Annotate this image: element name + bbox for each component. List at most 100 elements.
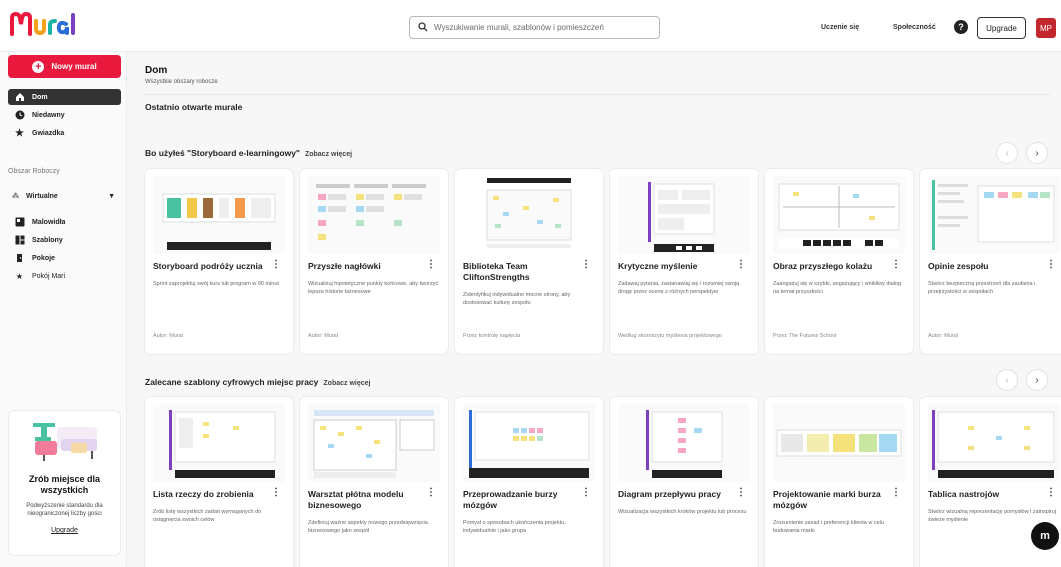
template-description: Zrób listę wszystkich zadań wymaganych d… (153, 509, 262, 523)
template-description: Wizualizacja wszystkich kroków projektu … (618, 509, 747, 515)
kebab-menu-icon[interactable]: ⋮ (1046, 488, 1056, 498)
mural-logo[interactable] (10, 10, 78, 38)
template-author: Przez kontrolę napięcia (463, 333, 521, 339)
template-card[interactable]: Diagram przepływu pracy ⋮ Wizualizacja w… (610, 397, 758, 567)
template-card[interactable]: Opinie zespołu ⋮ Stwórz bezpieczną przes… (920, 169, 1061, 354)
upgrade-button[interactable]: Upgrade (977, 17, 1026, 39)
template-title: Przeprowadzanie burzy mózgów (463, 489, 558, 510)
section-title: Bo użyłeś "Storyboard e-learningowy" (145, 148, 300, 158)
template-thumbnail (773, 176, 905, 254)
see-more-link[interactable]: Zobacz więcej (323, 380, 370, 387)
kebab-menu-icon[interactable]: ⋮ (736, 488, 746, 498)
template-thumbnail (618, 176, 750, 254)
plus-icon: + (32, 60, 45, 73)
kebab-menu-icon[interactable]: ⋮ (891, 260, 901, 270)
kebab-menu-icon[interactable]: ⋮ (1046, 260, 1056, 270)
sidebar-item-label: Szablony (32, 236, 63, 244)
templates-icon (14, 235, 25, 246)
kebab-menu-icon[interactable]: ⋮ (426, 260, 436, 270)
main-content: Dom Wszystkie obszary robocze Ostatnio o… (128, 52, 1061, 567)
template-description: Zaangażuj się w szybki, angażujący i wni… (773, 281, 902, 295)
sidebar-item-rooms[interactable]: Pokoje (8, 250, 121, 266)
template-card[interactable]: Lista rzeczy do zrobienia ⋮ Zrób listę w… (145, 397, 293, 567)
template-author: Autor: Mural (308, 333, 338, 339)
divider (145, 94, 1050, 95)
sidebar-item-label: Pokój Mari (32, 272, 66, 280)
template-card[interactable]: Przyszłe nagłówki ⋮ Wizualizuj hipotetyc… (300, 169, 448, 354)
chevron-down-icon: ▼ (108, 192, 115, 200)
template-author: Autor: Mural (153, 333, 183, 339)
template-description: Zrozumienie zasad i preferencji klienta … (773, 520, 884, 534)
template-card[interactable]: Biblioteka Team CliftonStrengths ⋮ Ziden… (455, 169, 603, 354)
section-title: Zalecane szablony cyfrowych miejsc pracy (145, 377, 319, 387)
learn-link[interactable]: Uczenie się (821, 24, 859, 31)
page-subtitle: Wszystkie obszary robocze (145, 79, 218, 85)
template-card[interactable]: Obraz przyszłego kolażu ⋮ Zaangażuj się … (765, 169, 913, 354)
template-description: Zidentyfikuj indywidualne mocne strony, … (463, 292, 571, 306)
star-icon: ★ (15, 127, 24, 139)
template-title: Diagram przepływu pracy (618, 489, 721, 499)
sidebar-item-label: Dom (32, 93, 48, 101)
sidebar-item-room-mari[interactable]: ★ Pokój Mari (8, 268, 121, 284)
template-thumbnail (773, 404, 905, 482)
template-card[interactable]: Przeprowadzanie burzy mózgów ⋮ Pomysł o … (455, 397, 603, 567)
recent-murals-heading: Ostatnio otwarte murale (145, 102, 243, 112)
promo-title: Zrób miejsce dla wszystkich (28, 474, 101, 495)
template-description: Zdefiniuj ważne aspekty nowego przedsięw… (308, 520, 428, 534)
template-card[interactable]: Projektowanie marki burza mózgów ⋮ Zrozu… (765, 397, 913, 567)
search-input[interactable] (434, 23, 654, 32)
workspace-icon: ⁂ (12, 193, 19, 200)
carousel-next-button[interactable]: › (1026, 369, 1048, 391)
template-thumbnail (308, 404, 440, 482)
kebab-menu-icon[interactable]: ⋮ (271, 260, 281, 270)
template-description: Stwórz bezpieczną przestrzeń dla zaufani… (928, 281, 1036, 295)
template-title: Warsztat płótna modelu biznesowego (308, 489, 404, 510)
sidebar-item-home[interactable]: Dom (8, 89, 121, 105)
mural-assistant-icon[interactable]: m (1031, 522, 1059, 550)
mural-icon (14, 217, 25, 228)
template-title: Krytyczne myślenie (618, 261, 698, 271)
template-thumbnail (463, 404, 595, 482)
template-title: Projektowanie marki burza mózgów (773, 489, 881, 510)
promo-upgrade-link[interactable]: Upgrade (51, 527, 78, 534)
kebab-menu-icon[interactable]: ⋮ (736, 260, 746, 270)
template-description: Wizualizuj hipotetyczne punkty końcowe, … (308, 281, 439, 295)
sidebar-item-templates[interactable]: Szablony (8, 232, 121, 248)
user-avatar[interactable]: MP (1036, 18, 1056, 38)
kebab-menu-icon[interactable]: ⋮ (581, 488, 591, 498)
upgrade-promo: Zrób miejsce dla wszystkich Podwyższenie… (8, 410, 121, 556)
new-mural-label: Nowy mural (51, 62, 97, 71)
new-mural-button[interactable]: + Nowy mural (8, 55, 121, 78)
sidebar-item-starred[interactable]: ★ Gwiazdka (8, 125, 121, 141)
sidebar-item-murals[interactable]: Malowidła (8, 214, 121, 230)
sidebar-item-recent[interactable]: Niedawny (8, 107, 121, 123)
template-author: Autor: Mural (928, 333, 958, 339)
template-card[interactable]: Krytyczne myślenie ⋮ Zadawaj pytania, za… (610, 169, 758, 354)
kebab-menu-icon[interactable]: ⋮ (891, 488, 901, 498)
template-card[interactable]: Warsztat płótna modelu biznesowego ⋮ Zde… (300, 397, 448, 567)
template-thumbnail (928, 404, 1060, 482)
sidebar-item-label: Niedawny (32, 111, 65, 119)
kebab-menu-icon[interactable]: ⋮ (271, 488, 281, 498)
template-title: Przyszłe nagłówki (308, 261, 381, 271)
template-description: Zadawaj pytania, zastanawiaj się i rozum… (618, 281, 740, 295)
door-icon (14, 253, 25, 264)
carousel-next-button[interactable]: › (1026, 142, 1048, 164)
help-icon[interactable]: ? (954, 20, 968, 34)
carousel-prev-button[interactable]: ‹ (996, 369, 1018, 391)
see-more-link[interactable]: Zobacz więcej (305, 151, 352, 158)
template-title: Opinie zespołu (928, 261, 989, 271)
search-box[interactable] (409, 16, 660, 39)
workspace-selector[interactable]: ⁂ Wirtualne ▼ (8, 187, 121, 205)
sidebar-item-label: Gwiazdka (32, 129, 65, 137)
community-link[interactable]: Społeczność (893, 24, 936, 31)
section-heading: Bo użyłeś "Storyboard e-learningowy" Zoba… (145, 148, 352, 158)
template-card[interactable]: Storyboard podróży ucznia ⋮ Sprint zapro… (145, 169, 293, 354)
top-bar: Uczenie się Społeczność ? Upgrade MP (0, 0, 1061, 52)
kebab-menu-icon[interactable]: ⋮ (426, 488, 436, 498)
sidebar-item-label: Pokoje (32, 254, 55, 262)
template-carousel: Storyboard podróży ucznia ⋮ Sprint zapro… (145, 169, 1061, 354)
workspace-name: Wirtualne (26, 192, 58, 200)
kebab-menu-icon[interactable]: ⋮ (581, 260, 591, 270)
carousel-prev-button[interactable]: ‹ (996, 142, 1018, 164)
